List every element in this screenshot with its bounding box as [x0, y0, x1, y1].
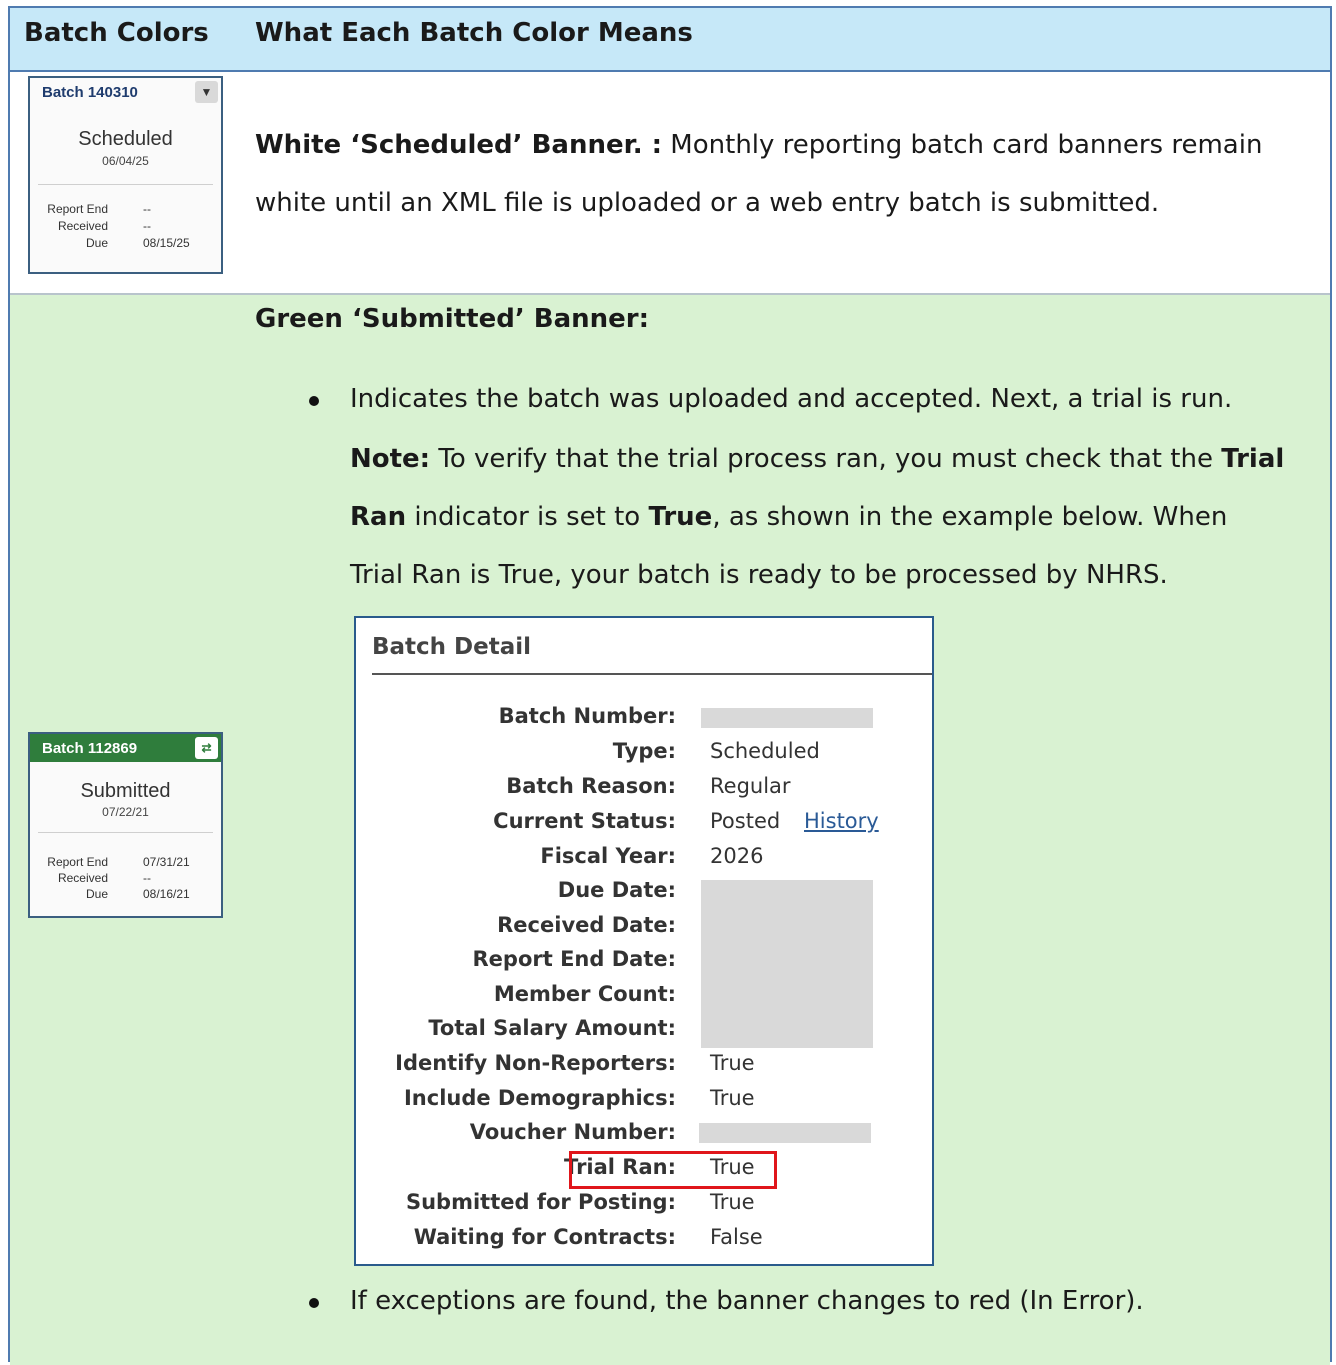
- note-line-1: Note: To verify that the trial process r…: [350, 444, 1284, 474]
- field-label: Fiscal Year:: [540, 844, 676, 868]
- table-header: Batch Colors What Each Batch Color Means: [10, 8, 1330, 72]
- header-color-meaning: What Each Batch Color Means: [255, 18, 693, 48]
- field-value: False: [710, 1225, 763, 1249]
- white-banner-text1: Monthly reporting batch card banners rem…: [662, 130, 1263, 160]
- batch-colors-table: Batch Colors What Each Batch Color Means…: [8, 6, 1332, 1365]
- report-end-label: Report End: [47, 855, 108, 869]
- redacted-dates-block: [701, 880, 873, 1048]
- batch-card-status: Submitted: [80, 780, 171, 802]
- batch-card-divider: [38, 184, 213, 185]
- redacted-voucher-number: [699, 1123, 871, 1143]
- field-value: Posted: [710, 809, 781, 833]
- green-banner-heading: Green ‘Submitted’ Banner:: [255, 304, 649, 334]
- history-link[interactable]: History: [804, 809, 879, 833]
- scheduled-batch-card[interactable]: Batch 140310 ▼ Scheduled 06/04/25 Report…: [28, 76, 223, 274]
- bullet-1: [309, 396, 319, 406]
- note-line-3: Trial Ran is True, your batch is ready t…: [350, 560, 1168, 590]
- received-label: Received: [57, 219, 108, 233]
- field-label: Batch Number:: [498, 704, 676, 728]
- received-value: --: [143, 219, 151, 233]
- field-label: Batch Reason:: [506, 774, 676, 798]
- batch-card-status: Scheduled: [78, 128, 173, 150]
- field-label: Due Date:: [557, 878, 676, 902]
- white-banner-heading: White ‘Scheduled’ Banner: [255, 130, 633, 160]
- note-true: True: [648, 502, 713, 532]
- white-banner-line1: White ‘Scheduled’ Banner. : Monthly repo…: [255, 130, 1262, 160]
- bullet-2: [309, 1298, 319, 1308]
- received-label: Received: [57, 871, 108, 885]
- report-end-label: Report End: [47, 202, 108, 216]
- note-text: To verify that the trial process ran, yo…: [430, 444, 1222, 474]
- batch-detail-title: Batch Detail: [372, 634, 532, 660]
- received-value: --: [143, 871, 151, 885]
- note-text3: , as shown in the example below. When: [712, 502, 1228, 532]
- field-value: Scheduled: [710, 739, 820, 763]
- redacted-batch-number: [701, 708, 873, 728]
- field-label: Waiting for Contracts:: [413, 1225, 676, 1249]
- chevron-down-icon[interactable]: ▼: [195, 81, 218, 103]
- field-label: Total Salary Amount:: [428, 1016, 676, 1040]
- field-value: True: [710, 1051, 755, 1075]
- field-label: Type:: [612, 739, 676, 763]
- field-value: Regular: [710, 774, 791, 798]
- field-label: Current Status:: [493, 809, 676, 833]
- swap-arrows-icon[interactable]: ⇄: [195, 737, 218, 759]
- field-label: Submitted for Posting:: [405, 1190, 676, 1214]
- note-ran: Ran: [350, 502, 407, 532]
- submitted-batch-card[interactable]: Batch 112869 ⇄ Submitted 07/22/21 Report…: [28, 732, 223, 918]
- field-value: True: [710, 1190, 755, 1214]
- field-label: Identify Non-Reporters:: [395, 1051, 676, 1075]
- batch-card-status-date: 07/22/21: [102, 805, 149, 819]
- batch-card-title: Batch 112869: [30, 734, 221, 762]
- batch-card-status-date: 06/04/25: [102, 154, 149, 168]
- due-value: 08/15/25: [143, 236, 190, 250]
- due-value: 08/16/21: [143, 887, 190, 901]
- batch-detail-title-rule: [372, 673, 932, 675]
- field-value: 2026: [710, 844, 764, 868]
- field-label: Member Count:: [493, 982, 676, 1006]
- due-label: Due: [85, 236, 108, 250]
- report-end-value: --: [143, 202, 151, 216]
- white-banner-line2: white until an XML file is uploaded or a…: [255, 188, 1160, 218]
- batch-detail-panel: Batch Detail Batch Number: Type: Schedul…: [354, 616, 934, 1266]
- note-label: Note:: [350, 444, 431, 474]
- field-value: True: [710, 1086, 755, 1110]
- green-bullet-1: Indicates the batch was uploaded and acc…: [350, 384, 1233, 414]
- field-label: Include Demographics:: [403, 1086, 676, 1110]
- note-line-2: Ran indicator is set to True, as shown i…: [350, 502, 1227, 532]
- due-label: Due: [85, 887, 108, 901]
- green-bullet-2: If exceptions are found, the banner chan…: [350, 1286, 1144, 1316]
- note-text2: indicator is set to: [406, 502, 649, 532]
- batch-card-title: Batch 140310: [30, 78, 221, 106]
- trial-ran-highlight-box: [569, 1151, 777, 1189]
- report-end-value: 07/31/21: [143, 855, 190, 869]
- field-label: Report End Date:: [472, 947, 677, 971]
- field-label: Voucher Number:: [469, 1120, 676, 1144]
- header-batch-colors: Batch Colors: [24, 18, 209, 48]
- note-trial: Trial: [1221, 444, 1285, 474]
- white-banner-heading-suffix: . :: [632, 130, 663, 160]
- batch-card-divider: [38, 832, 213, 833]
- field-label: Received Date:: [497, 913, 676, 937]
